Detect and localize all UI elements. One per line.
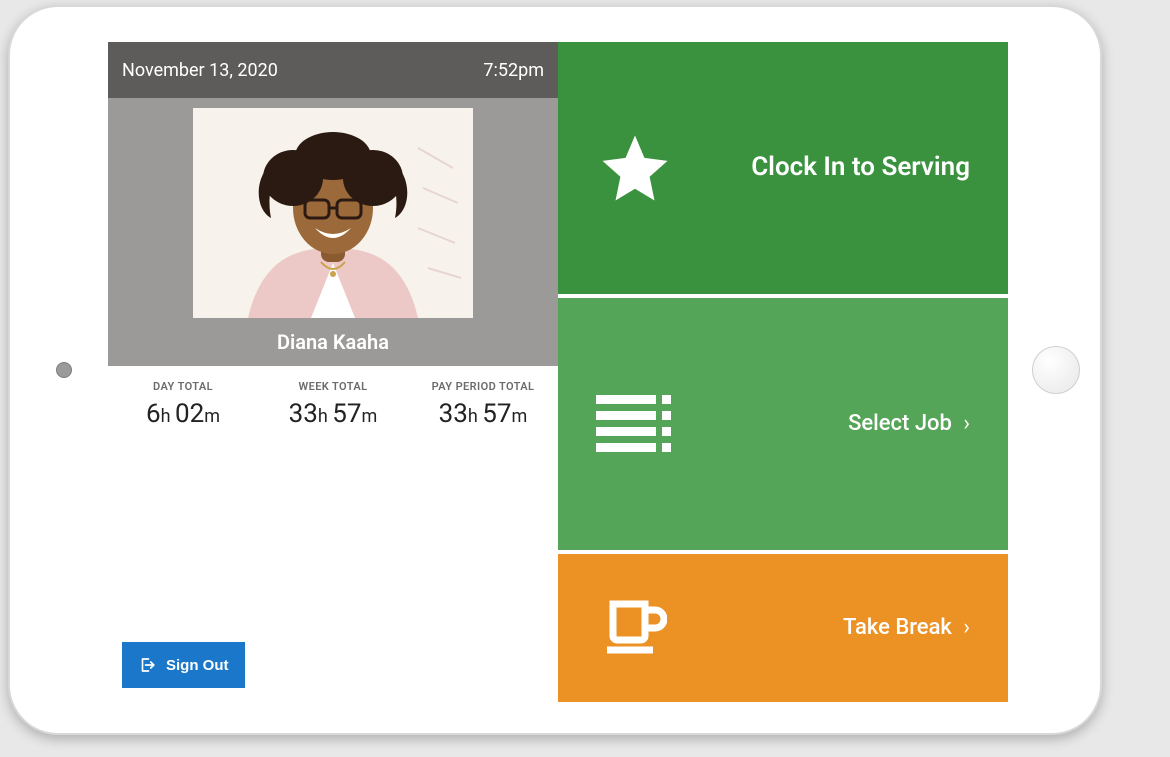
camera-dot — [56, 362, 72, 378]
sign-out-icon — [138, 656, 156, 674]
sign-out-label: Sign Out — [166, 657, 229, 674]
week-total-label: WEEK TOTAL — [258, 380, 408, 393]
take-break-label: Take Break › — [680, 614, 976, 643]
app-screen: November 13, 2020 7:52pm — [108, 42, 1008, 702]
day-total: DAY TOTAL 6h 02m — [108, 380, 258, 429]
totals-row: DAY TOTAL 6h 02m WEEK TOTAL 33h 57m PAY … — [108, 366, 558, 429]
avatar-image — [193, 108, 473, 318]
day-total-label: DAY TOTAL — [108, 380, 258, 393]
list-icon — [590, 395, 680, 453]
select-job-button[interactable]: Select Job › — [558, 298, 1008, 554]
clock-in-label: Clock In to Serving — [680, 151, 976, 185]
week-total-value: 33h 57m — [258, 399, 408, 429]
chevron-right-icon: › — [963, 615, 970, 640]
sign-out-button[interactable]: Sign Out — [122, 642, 245, 688]
employee-photo — [193, 108, 473, 318]
clock-in-button[interactable]: Clock In to Serving — [558, 42, 1008, 298]
employee-name: Diana Kaaha — [108, 330, 558, 354]
pay-period-total-label: PAY PERIOD TOTAL — [408, 380, 558, 393]
select-job-label: Select Job › — [680, 410, 976, 439]
header-bar: November 13, 2020 7:52pm — [108, 42, 558, 98]
left-panel: November 13, 2020 7:52pm — [108, 42, 558, 702]
pay-period-total-value: 33h 57m — [408, 399, 558, 429]
header-time: 7:52pm — [483, 60, 544, 81]
tablet-frame: November 13, 2020 7:52pm — [8, 5, 1102, 735]
home-button[interactable] — [1032, 346, 1080, 394]
right-panel: Clock In to Serving — [558, 42, 1008, 702]
chevron-right-icon: › — [963, 411, 970, 436]
week-total: WEEK TOTAL 33h 57m — [258, 380, 408, 429]
profile-block: Diana Kaaha — [108, 98, 558, 366]
pay-period-total: PAY PERIOD TOTAL 33h 57m — [408, 380, 558, 429]
star-icon — [590, 129, 680, 207]
header-date: November 13, 2020 — [122, 60, 278, 81]
take-break-button[interactable]: Take Break › — [558, 554, 1008, 702]
coffee-icon — [590, 596, 680, 660]
day-total-value: 6h 02m — [108, 399, 258, 429]
